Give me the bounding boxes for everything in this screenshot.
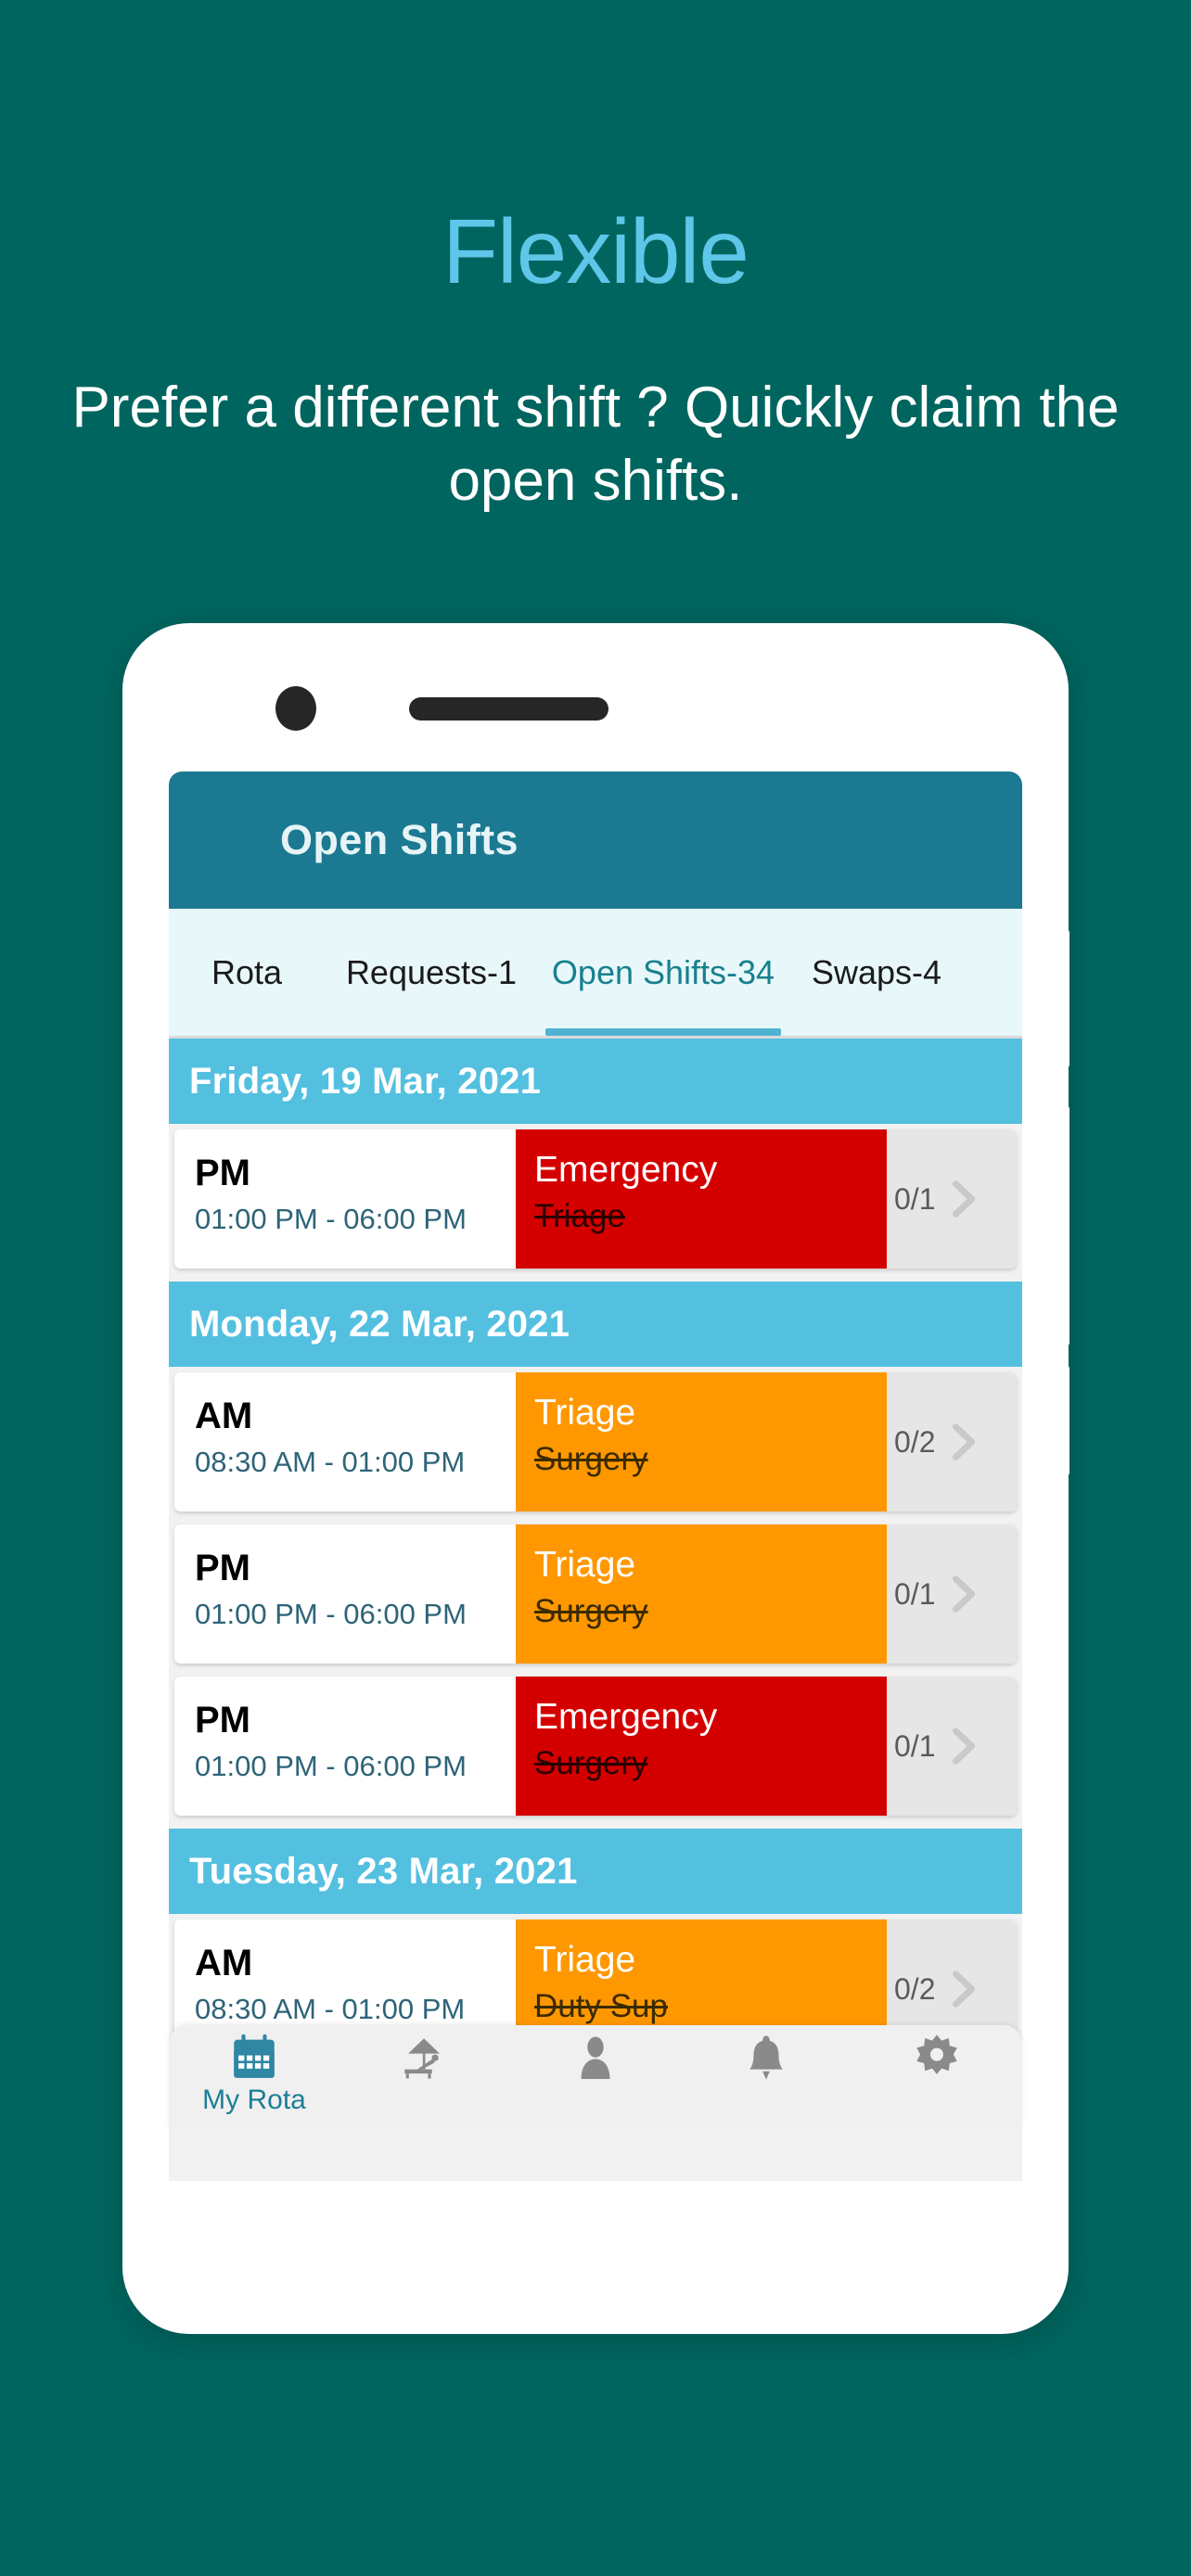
- shift-period: PM: [195, 1700, 250, 1741]
- shift-row[interactable]: PM 01:00 PM - 06:00 PM Emergency Surgery…: [174, 1677, 1017, 1816]
- chevron-right-icon[interactable]: [939, 1965, 987, 2013]
- shift-role-block: Emergency Surgery: [516, 1677, 887, 1816]
- shift-role: Emergency: [534, 1697, 718, 1737]
- front-camera-icon: [275, 686, 316, 731]
- shift-department: Surgery: [534, 1744, 648, 1781]
- person-icon: [581, 2036, 610, 2079]
- shift-time-range: 01:00 PM - 06:00 PM: [195, 1598, 467, 1631]
- shift-period: PM: [195, 1153, 250, 1193]
- shift-role: Triage: [534, 1940, 636, 1980]
- shift-role-block: Triage Surgery: [516, 1372, 887, 1511]
- chevron-right-icon[interactable]: [939, 1175, 987, 1223]
- beach-leave-icon: [404, 2038, 440, 2079]
- chevron-right-icon[interactable]: [939, 1418, 987, 1466]
- shift-time-block: PM 01:00 PM - 06:00 PM: [174, 1524, 516, 1664]
- app-screen: Open Shifts Rota Requests-1 Open Shifts-…: [169, 772, 1022, 2181]
- tab-bar: Rota Requests-1 Open Shifts-34 Swaps-4: [169, 909, 1022, 1039]
- shift-period: PM: [195, 1548, 250, 1588]
- shift-role: Triage: [534, 1393, 636, 1433]
- shift-department: Surgery: [534, 1592, 648, 1629]
- tab-open-shifts[interactable]: Open Shifts-34: [538, 909, 788, 1036]
- shift-time-range: 01:00 PM - 06:00 PM: [195, 1750, 467, 1783]
- shift-time-range: 08:30 AM - 01:00 PM: [195, 1993, 466, 2026]
- nav-label: My Rota: [202, 2085, 306, 2115]
- promo-title: Flexible: [442, 200, 749, 302]
- shift-role-block: Emergency Triage: [516, 1129, 887, 1269]
- nav-item-profile[interactable]: [510, 2025, 681, 2127]
- shift-department: Surgery: [534, 1440, 648, 1477]
- nav-item-settings[interactable]: [852, 2025, 1022, 2127]
- shift-claim-count: 0/2: [894, 1971, 936, 2006]
- tab-swaps[interactable]: Swaps-4: [788, 909, 965, 1036]
- date-label: Tuesday, 23 Mar, 2021: [189, 1850, 578, 1892]
- nav-item-leave[interactable]: [339, 2025, 510, 2127]
- date-group-header: Tuesday, 23 Mar, 2021: [169, 1829, 1022, 1914]
- shift-action-block[interactable]: 0/1: [887, 1524, 1017, 1664]
- chevron-right-icon[interactable]: [939, 1570, 987, 1618]
- promo-screenshot: Flexible Prefer a different shift ? Quic…: [0, 0, 1191, 2576]
- shift-time-block: AM 08:30 AM - 01:00 PM: [174, 1372, 516, 1511]
- tab-label: Requests-1: [345, 952, 518, 991]
- calendar-icon: [234, 2034, 275, 2078]
- shift-claim-count: 0/1: [894, 1181, 936, 1216]
- earpiece-speaker: [409, 697, 608, 721]
- shift-claim-count: 0/1: [894, 1576, 936, 1611]
- tab-label: Swaps-4: [811, 952, 942, 991]
- page-title: Open Shifts: [280, 816, 519, 863]
- phone-side-button-3: [1061, 1365, 1069, 1476]
- phone-side-button-2: [1061, 1105, 1069, 1346]
- app-header: Open Shifts: [169, 772, 1022, 909]
- shift-time-block: PM 01:00 PM - 06:00 PM: [174, 1677, 516, 1816]
- gear-icon: [916, 2034, 957, 2074]
- shift-role: Triage: [534, 1545, 636, 1585]
- shift-action-block[interactable]: 0/2: [887, 1372, 1017, 1511]
- shift-action-block[interactable]: 0/1: [887, 1677, 1017, 1816]
- open-shifts-list[interactable]: Friday, 19 Mar, 2021 PM 01:00 PM - 06:00…: [169, 1039, 1022, 2081]
- nav-item-my-rota[interactable]: My Rota: [169, 2025, 339, 2127]
- shift-role: Emergency: [534, 1150, 718, 1190]
- shift-row[interactable]: PM 01:00 PM - 06:00 PM Triage Surgery 0/…: [174, 1524, 1017, 1664]
- shift-department: Triage: [534, 1197, 625, 1234]
- shift-department: Duty Sup: [534, 1987, 668, 2024]
- date-label: Monday, 22 Mar, 2021: [189, 1303, 570, 1345]
- shift-row[interactable]: AM 08:30 AM - 01:00 PM Triage Surgery 0/…: [174, 1372, 1017, 1511]
- shift-time-range: 01:00 PM - 06:00 PM: [195, 1203, 467, 1236]
- phone-side-button-1: [1061, 929, 1069, 1068]
- promo-subtitle: Prefer a different shift ? Quickly claim…: [71, 376, 1120, 514]
- shift-row[interactable]: PM 01:00 PM - 06:00 PM Emergency Triage …: [174, 1129, 1017, 1269]
- tab-requests[interactable]: Requests-1: [325, 909, 538, 1036]
- shift-claim-count: 0/2: [894, 1424, 936, 1459]
- bell-icon: [749, 2035, 783, 2080]
- date-group-header: Friday, 19 Mar, 2021: [169, 1039, 1022, 1124]
- tab-label: Open Shifts-34: [551, 952, 775, 991]
- date-group-header: Monday, 22 Mar, 2021: [169, 1282, 1022, 1367]
- bottom-navigation-bar: My Rota: [169, 2025, 1022, 2127]
- shift-period: AM: [195, 1396, 253, 1436]
- chevron-right-icon[interactable]: [939, 1722, 987, 1770]
- shift-time-range: 08:30 AM - 01:00 PM: [195, 1446, 466, 1479]
- tab-rota[interactable]: Rota: [169, 909, 325, 1036]
- shift-claim-count: 0/1: [894, 1728, 936, 1763]
- date-label: Friday, 19 Mar, 2021: [189, 1060, 542, 1102]
- nav-item-notifications[interactable]: [681, 2025, 852, 2127]
- phone-mockup: Open Shifts Rota Requests-1 Open Shifts-…: [122, 623, 1069, 2334]
- tab-label: Rota: [211, 952, 283, 991]
- shift-period: AM: [195, 1943, 253, 1983]
- shift-action-block[interactable]: 0/1: [887, 1129, 1017, 1269]
- shift-role-block: Triage Surgery: [516, 1524, 887, 1664]
- shift-time-block: PM 01:00 PM - 06:00 PM: [174, 1129, 516, 1269]
